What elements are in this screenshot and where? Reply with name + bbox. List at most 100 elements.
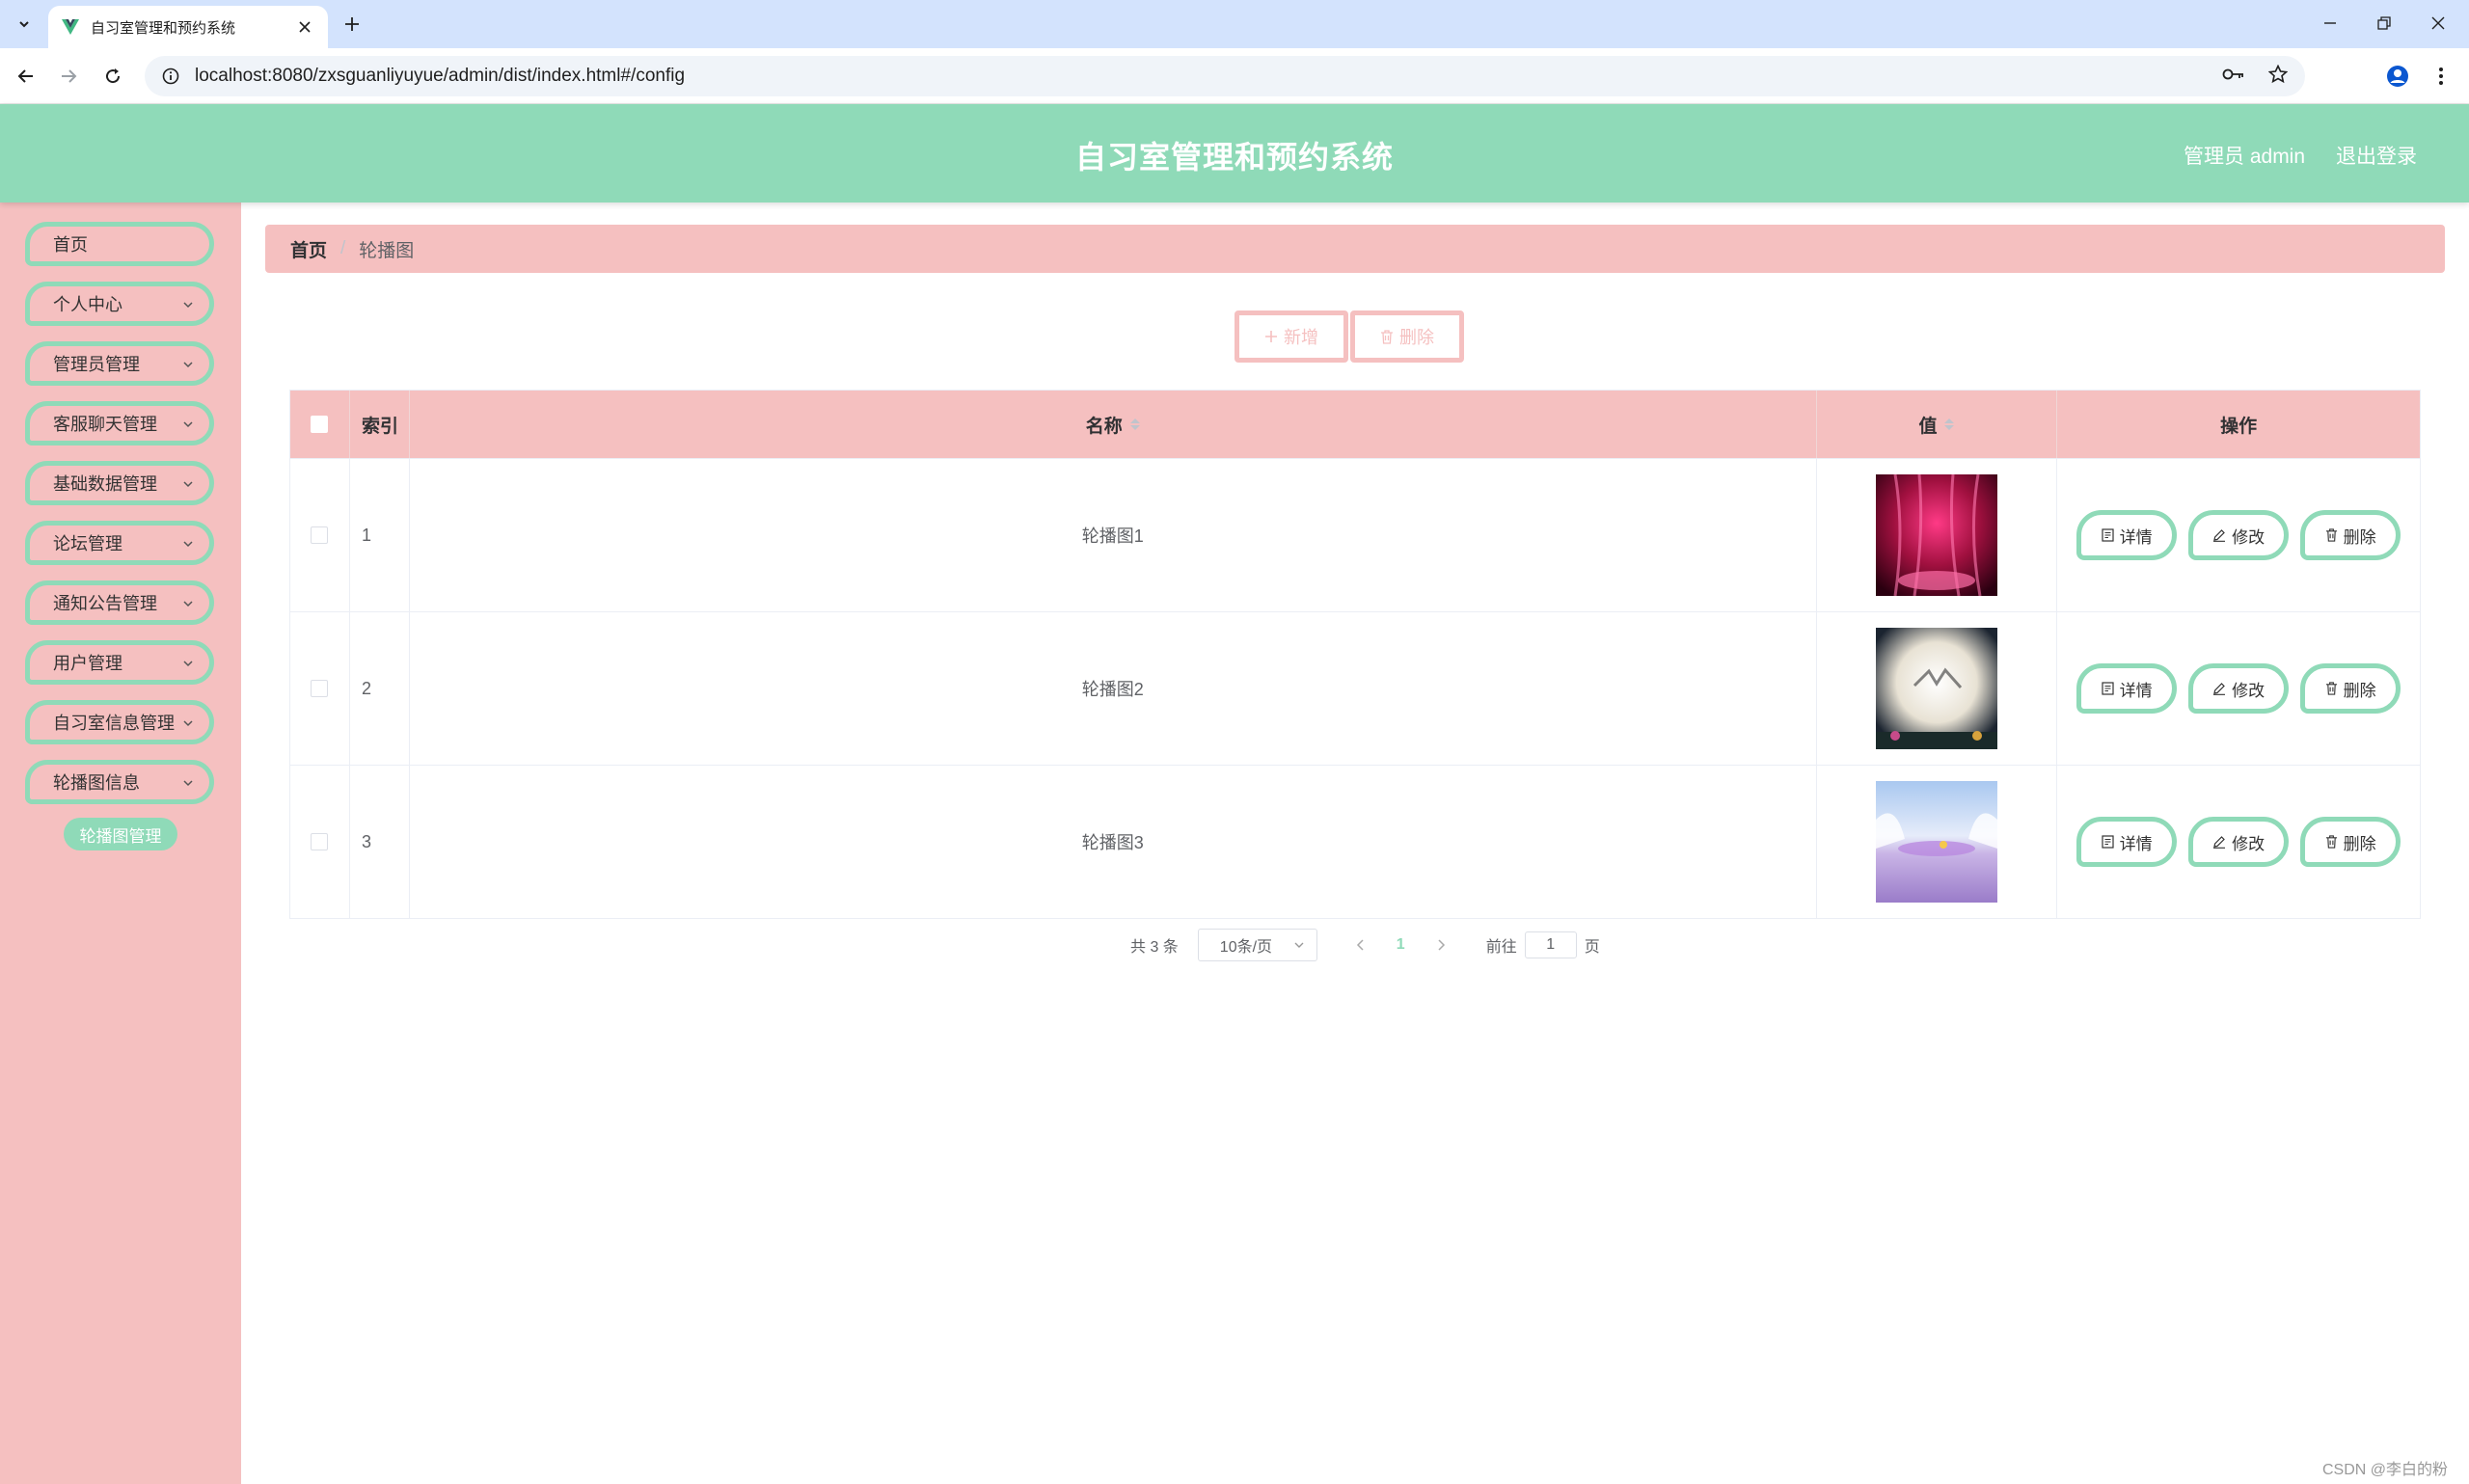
sort-icon[interactable]: [1944, 418, 1955, 430]
edit-button[interactable]: 修改: [2188, 510, 2290, 560]
logout-link[interactable]: 退出登录: [2336, 141, 2417, 170]
delete-button[interactable]: 删除: [2300, 510, 2401, 560]
tab-search-button[interactable]: [10, 11, 39, 38]
pagination-total: 共 3 条: [1130, 939, 1179, 956]
watermark: CSDN @李白的粉: [2322, 1462, 2449, 1478]
chevron-down-icon: [182, 597, 196, 610]
sidebar-item-label: 通知公告管理: [53, 594, 157, 613]
vue-logo-icon: [62, 18, 79, 36]
delete-button[interactable]: 删除: [2300, 663, 2401, 714]
window-close-button[interactable]: [2419, 10, 2457, 37]
trash-icon: [2325, 528, 2337, 542]
row-checkbox[interactable]: [311, 833, 329, 850]
header-select-all[interactable]: [290, 391, 350, 458]
plus-icon: [1265, 331, 1277, 342]
restore-button[interactable]: [2365, 10, 2403, 37]
breadcrumb-current: 轮播图: [359, 240, 415, 261]
browser-tab-active[interactable]: 自习室管理和预约系统: [48, 6, 328, 48]
header-value[interactable]: 值: [1817, 391, 2058, 458]
delete-button-label: 删除: [2343, 681, 2376, 700]
breadcrumb-home[interactable]: 首页: [290, 236, 327, 262]
header-index: 索引: [350, 391, 410, 458]
edit-button[interactable]: 修改: [2188, 817, 2290, 867]
next-page-button[interactable]: [1430, 934, 1452, 956]
carousel-thumbnail-image: [1875, 628, 1997, 749]
browser-tabbar: 自习室管理和预约系统: [0, 0, 2469, 48]
detail-button-label: 详情: [2119, 681, 2153, 700]
row-checkbox[interactable]: [311, 526, 329, 544]
row-index: 3: [350, 766, 410, 918]
goto-suffix: 页: [1584, 939, 1600, 956]
table-row: 3 轮播图3 详情 修改 删除: [290, 765, 2420, 918]
edit-button[interactable]: 修改: [2188, 663, 2290, 714]
sidebar-item-home[interactable]: 首页: [25, 222, 214, 266]
sidebar-item-study-rooms[interactable]: 自习室信息管理: [25, 700, 214, 744]
delete-button[interactable]: 删除: [2300, 817, 2401, 867]
profile-button[interactable]: [2382, 61, 2413, 92]
detail-button-label: 详情: [2119, 834, 2153, 853]
sidebar: 首页 个人中心 管理员管理 客服聊天管理 基础数据管理 论坛管理 通知公告管理 …: [0, 202, 241, 1484]
sidebar-item-users[interactable]: 用户管理: [25, 640, 214, 685]
reload-icon: [106, 68, 121, 84]
sidebar-item-label: 管理员管理: [53, 355, 140, 374]
chevron-down-icon: [182, 537, 196, 551]
edit-pencil-icon: [2213, 836, 2226, 849]
chevron-down-icon: [182, 418, 196, 431]
forward-button[interactable]: [54, 62, 83, 91]
header-name[interactable]: 名称: [410, 391, 1817, 458]
bookmark-star-icon[interactable]: [2267, 64, 2289, 89]
detail-button[interactable]: 详情: [2076, 510, 2178, 560]
sidebar-subitem-carousel-management[interactable]: 轮播图管理: [64, 818, 177, 850]
browser-menu-button[interactable]: [2427, 61, 2455, 92]
document-icon: [2102, 528, 2114, 542]
row-index: 1: [350, 459, 410, 611]
sidebar-item-label: 论坛管理: [53, 534, 122, 553]
detail-button-label: 详情: [2119, 527, 2153, 547]
address-bar[interactable]: localhost:8080/zxsguanliyuyue/admin/dist…: [145, 56, 2305, 96]
close-icon[interactable]: [295, 17, 314, 37]
delete-button-label: 删除: [2343, 834, 2376, 853]
password-key-icon[interactable]: [2222, 67, 2245, 86]
browser-tab-title: 自习室管理和预约系统: [91, 19, 236, 37]
carousel-thumbnail-image: [1875, 474, 1997, 596]
batch-delete-button[interactable]: 删除: [1350, 310, 1464, 363]
new-tab-button[interactable]: [339, 12, 365, 37]
site-info-icon[interactable]: [162, 67, 181, 86]
sidebar-item-chat-management[interactable]: 客服聊天管理: [25, 401, 214, 445]
chevron-down-icon: [1294, 942, 1304, 948]
minimize-icon: [2324, 22, 2336, 24]
chevron-left-icon: [1356, 939, 1364, 951]
detail-button[interactable]: 详情: [2076, 817, 2178, 867]
goto-page-input[interactable]: [1524, 931, 1577, 958]
add-button[interactable]: 新增: [1234, 310, 1348, 363]
page-number-current[interactable]: 1: [1397, 936, 1405, 954]
sidebar-item-label: 客服聊天管理: [53, 415, 157, 434]
prev-page-button[interactable]: [1350, 934, 1371, 956]
plus-icon: [345, 17, 359, 31]
chevron-down-icon: [182, 358, 196, 371]
trash-icon: [2325, 835, 2337, 849]
page-size-select[interactable]: 10条/页: [1197, 929, 1317, 961]
sidebar-item-admin-management[interactable]: 管理员管理: [25, 341, 214, 386]
more-vertical-icon: [2439, 67, 2443, 85]
sidebar-item-basic-data[interactable]: 基础数据管理: [25, 461, 214, 505]
sidebar-item-personal-center[interactable]: 个人中心: [25, 282, 214, 326]
select-all-checkbox[interactable]: [311, 416, 329, 433]
sidebar-item-forum[interactable]: 论坛管理: [25, 521, 214, 565]
sidebar-item-notices[interactable]: 通知公告管理: [25, 580, 214, 625]
sidebar-item-carousel[interactable]: 轮播图信息: [25, 760, 214, 804]
app-title: 自习室管理和预约系统: [1074, 140, 1394, 175]
row-checkbox[interactable]: [311, 680, 329, 697]
chevron-down-icon: [182, 716, 196, 730]
trash-icon: [1381, 329, 1393, 344]
sidebar-item-label: 首页: [53, 235, 88, 255]
reload-button[interactable]: [98, 62, 127, 91]
header-name-label: 名称: [1085, 416, 1123, 437]
row-name: 轮播图3: [410, 766, 1817, 918]
breadcrumb: 首页 / 轮播图: [265, 225, 2445, 273]
sort-icon[interactable]: [1129, 418, 1140, 430]
minimize-button[interactable]: [2311, 10, 2349, 37]
detail-button[interactable]: 详情: [2076, 663, 2178, 714]
back-button[interactable]: [12, 62, 41, 91]
url-text: localhost:8080/zxsguanliyuyue/admin/dist…: [195, 66, 686, 86]
